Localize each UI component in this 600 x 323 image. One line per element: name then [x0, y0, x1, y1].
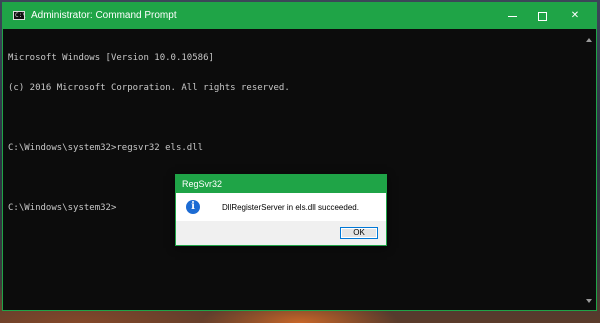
window-title: Administrator: Command Prompt: [31, 10, 177, 21]
dialog-message: DllRegisterServer in els.dll succeeded.: [222, 203, 359, 212]
vertical-scrollbar[interactable]: [582, 29, 596, 310]
dialog-title: RegSvr32: [182, 179, 223, 189]
dialog-footer: OK: [176, 221, 386, 245]
console-line: (c) 2016 Microsoft Corporation. All righ…: [8, 83, 290, 93]
info-icon: i: [186, 200, 200, 214]
minimize-button[interactable]: [497, 3, 527, 29]
window-titlebar[interactable]: C:\ Administrator: Command Prompt ✕: [3, 3, 596, 29]
console-output[interactable]: Microsoft Windows [Version 10.0.10586] (…: [8, 33, 578, 303]
command-prompt-icon: C:\: [13, 11, 26, 20]
dialog-body: i DllRegisterServer in els.dll succeeded…: [176, 193, 386, 221]
close-button[interactable]: ✕: [560, 3, 590, 29]
dialog-titlebar[interactable]: RegSvr32: [176, 175, 386, 193]
scroll-down-arrow-icon[interactable]: [586, 299, 592, 303]
console-line: C:\Windows\system32>regsvr32 els.dll: [8, 143, 204, 153]
maximize-button[interactable]: [527, 3, 557, 29]
ok-button[interactable]: OK: [340, 227, 378, 239]
close-icon: ✕: [570, 10, 580, 21]
console-line: Microsoft Windows [Version 10.0.10586]: [8, 53, 214, 63]
command-prompt-window[interactable]: C:\ Administrator: Command Prompt ✕ Micr…: [2, 2, 597, 311]
scroll-up-arrow-icon[interactable]: [586, 38, 592, 42]
regsvr32-dialog[interactable]: RegSvr32 i DllRegisterServer in els.dll …: [175, 174, 387, 246]
